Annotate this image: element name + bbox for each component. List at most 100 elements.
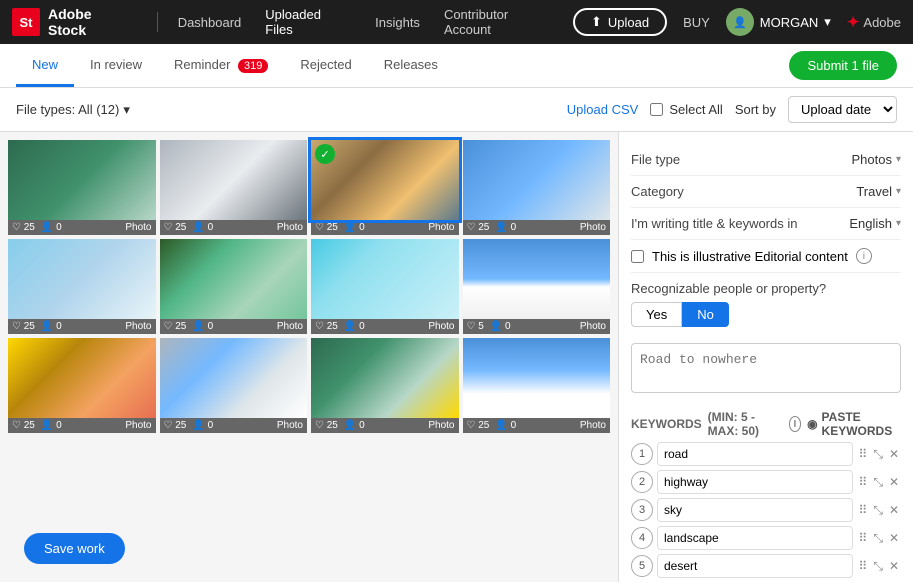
keyword-row: 1 ⠿ ⤡ ✕ — [631, 442, 901, 466]
sort-select[interactable]: Upload date Title File name — [788, 96, 897, 123]
grid-item[interactable]: ♡ 25 👤 0 Photo — [8, 338, 156, 433]
tab-new[interactable]: New — [16, 45, 74, 87]
paste-keywords-btn[interactable]: ◉ Paste Keywords — [807, 410, 901, 438]
keyword-drag-handle[interactable]: ⠿ — [857, 473, 870, 492]
keyword-drag-handle[interactable]: ⠿ — [857, 557, 870, 576]
tab-reminder[interactable]: Reminder 319 — [158, 45, 284, 87]
category-value[interactable]: Travel ▾ — [856, 184, 901, 199]
keyword-input[interactable] — [657, 554, 853, 578]
adobe-label: Adobe — [863, 15, 901, 30]
likes-stat: ♡ 25 — [12, 222, 35, 233]
info-icon[interactable]: i — [856, 248, 872, 264]
tab-releases[interactable]: Releases — [368, 45, 454, 87]
people-stat: 👤 0 — [344, 222, 365, 233]
grid-item[interactable]: ♡ 5 👤 0 Photo — [463, 239, 611, 334]
file-type-value[interactable]: Photos ▾ — [851, 152, 901, 167]
grid-footer: ♡ 25 👤 0 Photo — [463, 220, 611, 235]
keyword-drag-handle[interactable]: ⠿ — [857, 501, 870, 520]
tab-in-review[interactable]: In review — [74, 45, 158, 87]
no-button[interactable]: No — [682, 302, 729, 327]
toolbar: File types: All (12) ▾ Upload CSV Select… — [0, 88, 913, 132]
grid-item[interactable]: ♡ 25 👤 0 Photo — [311, 239, 459, 334]
nav-insights[interactable]: Insights — [367, 15, 428, 30]
grid-thumbnail — [160, 338, 308, 418]
grid-item[interactable]: ♡ 25 👤 0 Photo — [8, 239, 156, 334]
grid-item[interactable]: ♡ 25 👤 0 Photo — [160, 239, 308, 334]
keyword-actions: ⠿ ⤡ ✕ — [857, 473, 901, 492]
sort-label: Sort by — [735, 102, 776, 117]
submit-file-button[interactable]: Submit 1 file — [789, 51, 897, 80]
tabs-bar: New In review Reminder 319 Rejected Rele… — [0, 44, 913, 88]
likes-stat: ♡ 25 — [467, 222, 490, 233]
grid-panel[interactable]: ♡ 25 👤 0 Photo ♡ 25 👤 0 Photo ✓ ♡ 25 👤 0… — [0, 132, 618, 582]
nav-user[interactable]: 👤 MORGAN ▾ — [726, 8, 831, 36]
people-stat: 👤 0 — [495, 222, 516, 233]
keyword-number: 2 — [631, 471, 653, 493]
category-text: Travel — [856, 184, 892, 199]
top-nav: St Adobe Stock Dashboard Uploaded Files … — [0, 0, 913, 44]
keyword-suggest-btn[interactable]: ⤡ — [871, 473, 885, 492]
editorial-checkbox[interactable] — [631, 250, 644, 263]
grid-thumbnail — [463, 338, 611, 418]
file-type-badge: Photo — [580, 222, 606, 233]
upload-csv-link[interactable]: Upload CSV — [567, 102, 639, 117]
keyword-input[interactable] — [657, 526, 853, 550]
keyword-delete-btn[interactable]: ✕ — [887, 529, 901, 548]
language-label: I'm writing title & keywords in — [631, 216, 797, 231]
grid-thumbnail — [311, 338, 459, 418]
keyword-delete-btn[interactable]: ✕ — [887, 473, 901, 492]
keyword-input[interactable] — [657, 470, 853, 494]
user-name: MORGAN — [760, 15, 819, 30]
upload-button[interactable]: ⬆ Upload — [573, 8, 667, 36]
chevron-down-icon: ▾ — [123, 102, 130, 118]
select-all-input[interactable] — [650, 103, 663, 116]
grid-stats: ♡ 25 👤 0 — [467, 420, 517, 431]
file-types-filter[interactable]: File types: All (12) ▾ — [16, 102, 130, 118]
grid-item[interactable]: ♡ 25 👤 0 Photo — [160, 338, 308, 433]
keyword-drag-handle[interactable]: ⠿ — [857, 445, 870, 464]
language-text: English — [849, 216, 892, 231]
keyword-row: 3 ⠿ ⤡ ✕ — [631, 498, 901, 522]
yes-button[interactable]: Yes — [631, 302, 682, 327]
keywords-info-icon[interactable]: i — [789, 416, 801, 432]
grid-item[interactable]: ♡ 25 👤 0 Photo — [463, 338, 611, 433]
nav-buy[interactable]: BUY — [675, 15, 718, 30]
keyword-suggest-btn[interactable]: ⤡ — [871, 529, 885, 548]
keyword-suggest-btn[interactable]: ⤡ — [871, 445, 885, 464]
nav-dashboard[interactable]: Dashboard — [170, 15, 250, 30]
people-stat: 👤 0 — [495, 420, 516, 431]
grid-item[interactable]: ✓ ♡ 25 👤 0 Photo — [311, 140, 459, 235]
file-type-badge: Photo — [125, 222, 151, 233]
keyword-drag-handle[interactable]: ⠿ — [857, 529, 870, 548]
likes-stat: ♡ 25 — [315, 420, 338, 431]
grid-stats: ♡ 5 👤 0 — [467, 321, 511, 332]
keyword-actions: ⠿ ⤡ ✕ — [857, 445, 901, 464]
chevron-down-icon: ▾ — [824, 14, 831, 30]
keyword-number: 4 — [631, 527, 653, 549]
keyword-suggest-btn[interactable]: ⤡ — [871, 557, 885, 576]
keyword-input[interactable] — [657, 498, 853, 522]
grid-item[interactable]: ♡ 25 👤 0 Photo — [160, 140, 308, 235]
adobe-stock-logo: St — [12, 8, 40, 36]
keyword-row: 2 ⠿ ⤡ ✕ — [631, 470, 901, 494]
people-stat: 👤 0 — [490, 321, 511, 332]
keyword-delete-btn[interactable]: ✕ — [887, 557, 901, 576]
title-input[interactable] — [631, 343, 901, 393]
grid-item[interactable]: ♡ 25 👤 0 Photo — [463, 140, 611, 235]
likes-stat: ♡ 5 — [467, 321, 484, 332]
keyword-delete-btn[interactable]: ✕ — [887, 501, 901, 520]
nav-uploaded-files[interactable]: Uploaded Files — [257, 7, 359, 37]
select-all-checkbox[interactable]: Select All — [650, 102, 722, 117]
keyword-suggest-btn[interactable]: ⤡ — [871, 501, 885, 520]
nav-contributor-account[interactable]: Contributor Account — [436, 7, 565, 37]
grid-stats: ♡ 25 👤 0 — [12, 321, 62, 332]
tab-rejected[interactable]: Rejected — [284, 45, 367, 87]
category-label: Category — [631, 184, 684, 199]
grid-item[interactable]: ♡ 25 👤 0 Photo — [311, 338, 459, 433]
keyword-delete-btn[interactable]: ✕ — [887, 445, 901, 464]
grid-item[interactable]: ♡ 25 👤 0 Photo — [8, 140, 156, 235]
save-work-button[interactable]: Save work — [24, 533, 125, 564]
grid-stats: ♡ 25 👤 0 — [315, 420, 365, 431]
language-value[interactable]: English ▾ — [849, 216, 901, 231]
keyword-input[interactable] — [657, 442, 853, 466]
